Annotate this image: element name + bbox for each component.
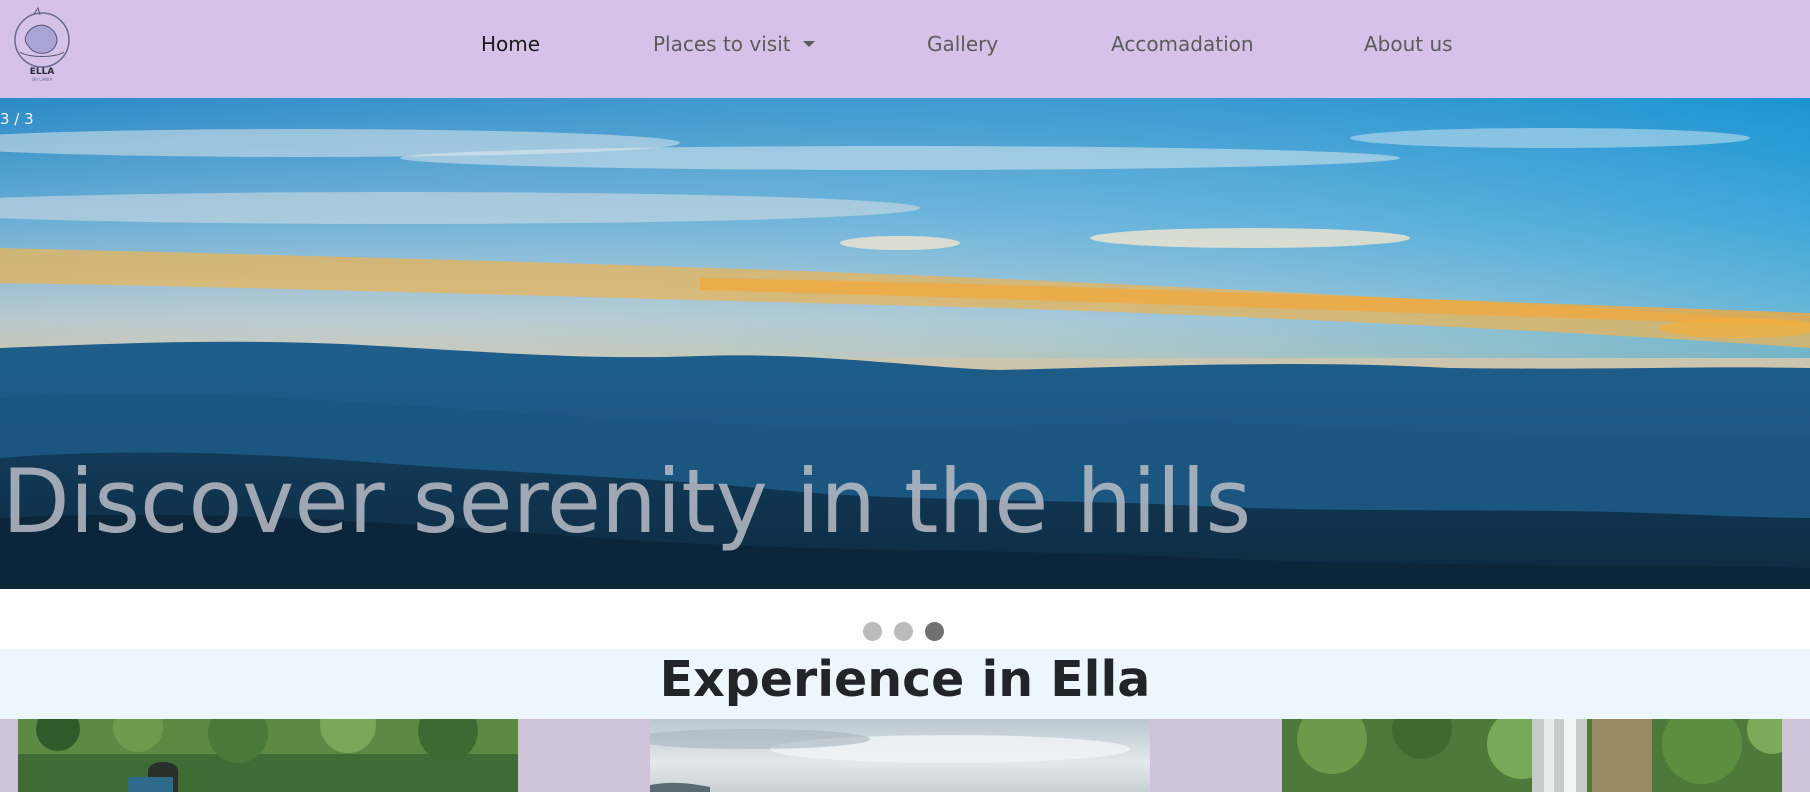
nav-about-us[interactable]: About us xyxy=(1364,32,1453,56)
slide-counter: 3 / 3 xyxy=(0,110,34,128)
slider-dot-1[interactable] xyxy=(863,622,882,641)
logo-subtext: SRI LANKA xyxy=(31,77,52,82)
experience-card-waterfall[interactable] xyxy=(1282,719,1782,792)
experience-title: Experience in Ella xyxy=(659,651,1151,708)
nav-places-label: Places to visit xyxy=(653,32,791,56)
experience-card-train[interactable] xyxy=(18,719,518,792)
hero-slide: 3 / 3 Discover serenity in the hills xyxy=(0,98,1810,589)
nav-accommodation[interactable]: Accomadation xyxy=(1111,32,1254,56)
slider-dot-2[interactable] xyxy=(894,622,913,641)
navbar: ELLA SRI LANKA Home Places to visit Gall… xyxy=(0,0,1810,98)
ella-logo[interactable]: ELLA SRI LANKA xyxy=(12,6,72,82)
waterfall-image xyxy=(1282,719,1782,792)
experience-card-lake[interactable] xyxy=(650,719,1150,792)
nav-gallery[interactable]: Gallery xyxy=(927,32,998,56)
caret-down-icon xyxy=(802,40,815,47)
logo-text: ELLA xyxy=(30,67,55,77)
hero-caption: Discover serenity in the hills xyxy=(2,450,1252,553)
cloudy-sky-image xyxy=(650,719,1150,792)
nav-home[interactable]: Home xyxy=(481,32,540,56)
train-tunnel-image xyxy=(18,719,518,792)
nav-places-dropdown[interactable]: Places to visit xyxy=(653,32,815,56)
slider-dot-3[interactable] xyxy=(925,622,944,641)
